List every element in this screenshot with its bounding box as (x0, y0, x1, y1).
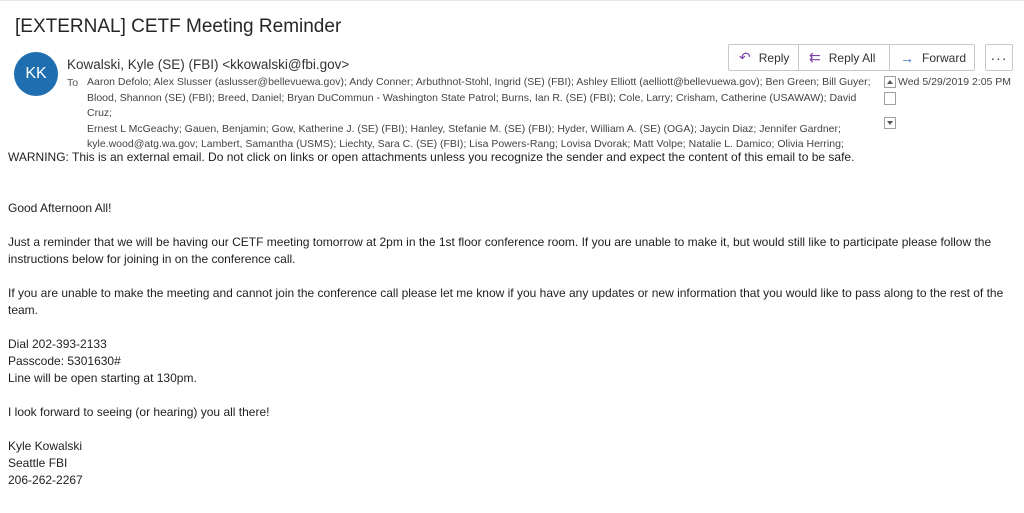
recipients-scrollbar-track[interactable] (884, 92, 896, 105)
more-dots-icon: ··· (990, 49, 1008, 66)
sender-avatar[interactable]: KK (14, 52, 58, 96)
email-subject: [EXTERNAL] CETF Meeting Reminder (15, 16, 342, 37)
passcode: Passcode: 5301630# (8, 354, 121, 368)
body-paragraph: If you are unable to make the meeting an… (8, 286, 1004, 317)
reply-all-label: Reply All (828, 50, 876, 65)
closing-line: I look forward to seeing (or hearing) yo… (8, 405, 270, 419)
signature-name: Kyle Kowalski (8, 439, 83, 453)
reply-button[interactable]: ↶ Reply (728, 44, 799, 71)
to-label: To (67, 77, 79, 89)
chevron-down-icon (887, 121, 893, 125)
line-open-time: Line will be open starting at 130pm. (8, 371, 197, 385)
sender-name[interactable]: Kowalski, Kyle (SE) (FBI) <kkowalski@fbi… (67, 57, 349, 72)
more-actions-button[interactable]: ··· (985, 44, 1013, 71)
recipients-line: Ernest L McGeachy; Gauen, Benjamin; Gow,… (87, 122, 841, 135)
avatar-initials: KK (25, 65, 47, 82)
external-warning: WARNING: This is an external email. Do n… (8, 150, 855, 164)
reply-label: Reply (758, 50, 790, 65)
recipients-list[interactable]: Aaron Defolo; Alex Slusser (aslusser@bel… (87, 75, 877, 153)
recipients-line: Aaron Defolo; Alex Slusser (aslusser@bel… (87, 76, 871, 88)
forward-button[interactable]: → Forward (890, 44, 975, 71)
message-actions: ↶ Reply ⇇ Reply All → Forward (728, 44, 975, 71)
recipients-line: Blood, Shannon (SE) (FBI); Breed, Daniel… (87, 91, 857, 120)
reply-arrow-icon: ↶ (739, 49, 751, 65)
forward-label: Forward (922, 50, 967, 65)
top-divider (0, 0, 1024, 1)
email-body: WARNING: This is an external email. Do n… (8, 149, 1018, 489)
dial-number: Dial 202-393-2133 (8, 337, 107, 351)
forward-arrow-icon: → (900, 49, 914, 66)
signature-org: Seattle FBI (8, 456, 68, 470)
recipients-scroll-down-button[interactable] (884, 117, 896, 129)
chevron-up-icon (887, 80, 893, 84)
signature-phone: 206-262-2267 (8, 473, 83, 487)
body-paragraph: Just a reminder that we will be having o… (8, 235, 992, 266)
reply-all-button[interactable]: ⇇ Reply All (799, 44, 890, 71)
greeting: Good Afternoon All! (8, 201, 112, 215)
recipients-scroll-up-button[interactable] (884, 76, 896, 88)
reply-all-arrow-icon: ⇇ (809, 49, 821, 65)
sent-date: Wed 5/29/2019 2:05 PM (898, 76, 1012, 88)
